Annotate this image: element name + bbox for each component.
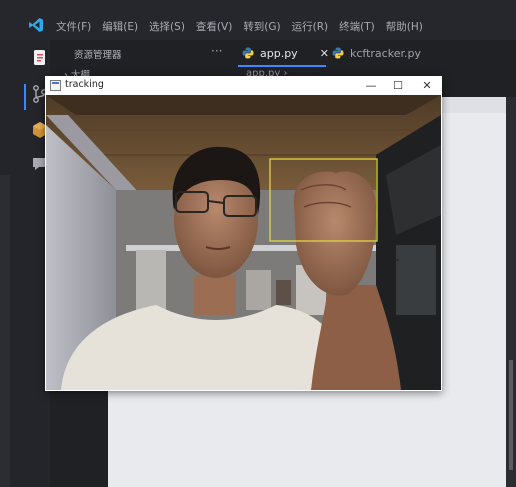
vscode-logo-icon — [29, 18, 43, 32]
tab-close-button[interactable]: ✕ — [320, 47, 329, 60]
camera-frame — [46, 95, 441, 390]
editor-header-strip — [441, 97, 506, 113]
menu-help[interactable]: 帮助(H) — [386, 19, 423, 34]
activity-active-indicator — [24, 84, 26, 110]
title-bar: 文件(F) 编辑(E) 选择(S) 查看(V) 转到(G) 运行(R) 终端(T… — [0, 0, 516, 40]
close-window-button[interactable]: ✕ — [418, 78, 436, 93]
opencv-window-icon — [50, 80, 61, 91]
menu-edit[interactable]: 编辑(E) — [102, 19, 138, 34]
tab-app-py-label: app.py — [260, 46, 298, 60]
tracking-window: tracking — ☐ ✕ — [45, 76, 442, 391]
explorer-title: 资源管理器 — [74, 50, 122, 61]
menu-file[interactable]: 文件(F) — [56, 19, 91, 34]
python-file-icon — [332, 47, 344, 59]
python-file-icon — [242, 47, 254, 59]
tab-kcftracker-label: kcftracker.py — [350, 46, 421, 60]
maximize-button[interactable]: ☐ — [389, 78, 407, 93]
explorer-more-button[interactable]: ··· — [211, 44, 222, 58]
menu-go[interactable]: 转到(G) — [243, 19, 280, 34]
tab-kcftracker-py[interactable]: kcftracker.py — [332, 40, 421, 66]
tracking-window-title: tracking — [65, 79, 104, 90]
minimize-button[interactable]: — — [362, 78, 380, 93]
menu-selection[interactable]: 选择(S) — [149, 19, 185, 34]
tracking-window-titlebar[interactable]: tracking — ☐ ✕ — [45, 76, 442, 95]
menu-terminal[interactable]: 终端(T) — [339, 19, 375, 34]
menu-view[interactable]: 查看(V) — [196, 19, 232, 34]
explorer-icon[interactable] — [30, 48, 50, 68]
tab-app-py[interactable]: app.py ✕ — [242, 40, 329, 66]
camera-scene-image — [46, 95, 441, 390]
menu-run[interactable]: 运行(R) — [292, 19, 329, 34]
menu-bar: 文件(F) 编辑(E) 选择(S) 查看(V) 转到(G) 运行(R) 终端(T… — [56, 19, 434, 34]
editor-area-lower — [108, 389, 506, 487]
scrollbar-thumb[interactable] — [509, 360, 513, 470]
active-tab-indicator — [238, 65, 326, 67]
editor-tabs: app.py ✕ kcftracker.py — [228, 40, 516, 67]
left-gutter — [0, 175, 10, 487]
